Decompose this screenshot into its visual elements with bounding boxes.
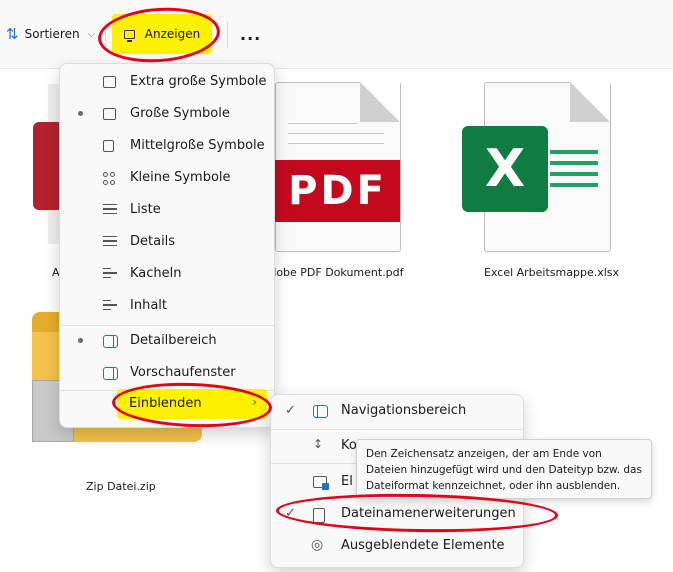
sort-label: Sortieren [24,27,80,41]
menu-item-large-icons[interactable]: Große Symbole [60,100,274,130]
menu-item-content[interactable]: Inhalt [60,292,274,322]
menu-item-tiles[interactable]: Kacheln [60,260,274,290]
selected-dot-icon [78,111,83,116]
details-icon [103,236,117,250]
sort-arrows-icon: ⇅ [6,25,19,43]
monitor-small-icon [103,140,114,152]
tiles-icon [103,268,117,282]
more-options-button[interactable]: ... [240,14,261,54]
menu-item-details-pane[interactable]: Detailbereich [60,327,274,357]
more-label: ... [240,24,262,44]
file-label: Excel Arbeitsmappe.xlsx [484,266,620,279]
small-icons-grid-icon [103,172,117,186]
submenu-item-navigation-pane[interactable]: ✓ Navigationsbereich [271,397,523,427]
selected-dot-icon [78,338,83,343]
chevron-down-icon: ⌵ [87,28,96,40]
menu-item-list[interactable]: Liste [60,196,274,226]
content-icon [103,300,117,314]
details-pane-icon [103,335,118,348]
sort-button[interactable]: ⇅ Sortieren ⌵ [6,14,95,54]
item-checkbox-icon [313,476,329,490]
eye-icon: ◎ [311,537,324,553]
excel-grid-icon [550,150,598,194]
menu-item-details[interactable]: Details [60,228,274,258]
menu-divider [60,325,274,326]
file-label: Adobe PDF Dokument.pdf [262,266,404,279]
submenu-item-hidden-items[interactable]: ◎ Ausgeblendete Elemente [271,532,523,562]
page-fold [360,82,400,122]
view-menu: Extra große Symbole Große Symbole Mittel… [59,63,275,428]
monitor-icon [103,76,116,88]
menu-item-medium-icons[interactable]: Mittelgroße Symbole [60,132,274,162]
menu-item-small-icons[interactable]: Kleine Symbole [60,164,274,194]
file-label: Zip Datei.zip [86,480,156,493]
pdf-badge: PDF [275,160,400,222]
monitor-icon [103,108,116,120]
compact-view-icon: ↕ [313,437,324,451]
tooltip: Den Zeichensatz anzeigen, der am Ende vo… [356,439,652,499]
page-fold [570,82,610,122]
preview-pane-icon [103,367,118,380]
navigation-pane-icon [313,405,328,418]
checkmark-icon: ✓ [285,403,296,418]
menu-item-extra-large-icons[interactable]: Extra große Symbole [60,68,274,98]
list-icon [103,204,117,218]
toolbar-divider [227,22,228,48]
menu-divider [271,429,523,430]
excel-icon[interactable]: X [462,126,548,212]
